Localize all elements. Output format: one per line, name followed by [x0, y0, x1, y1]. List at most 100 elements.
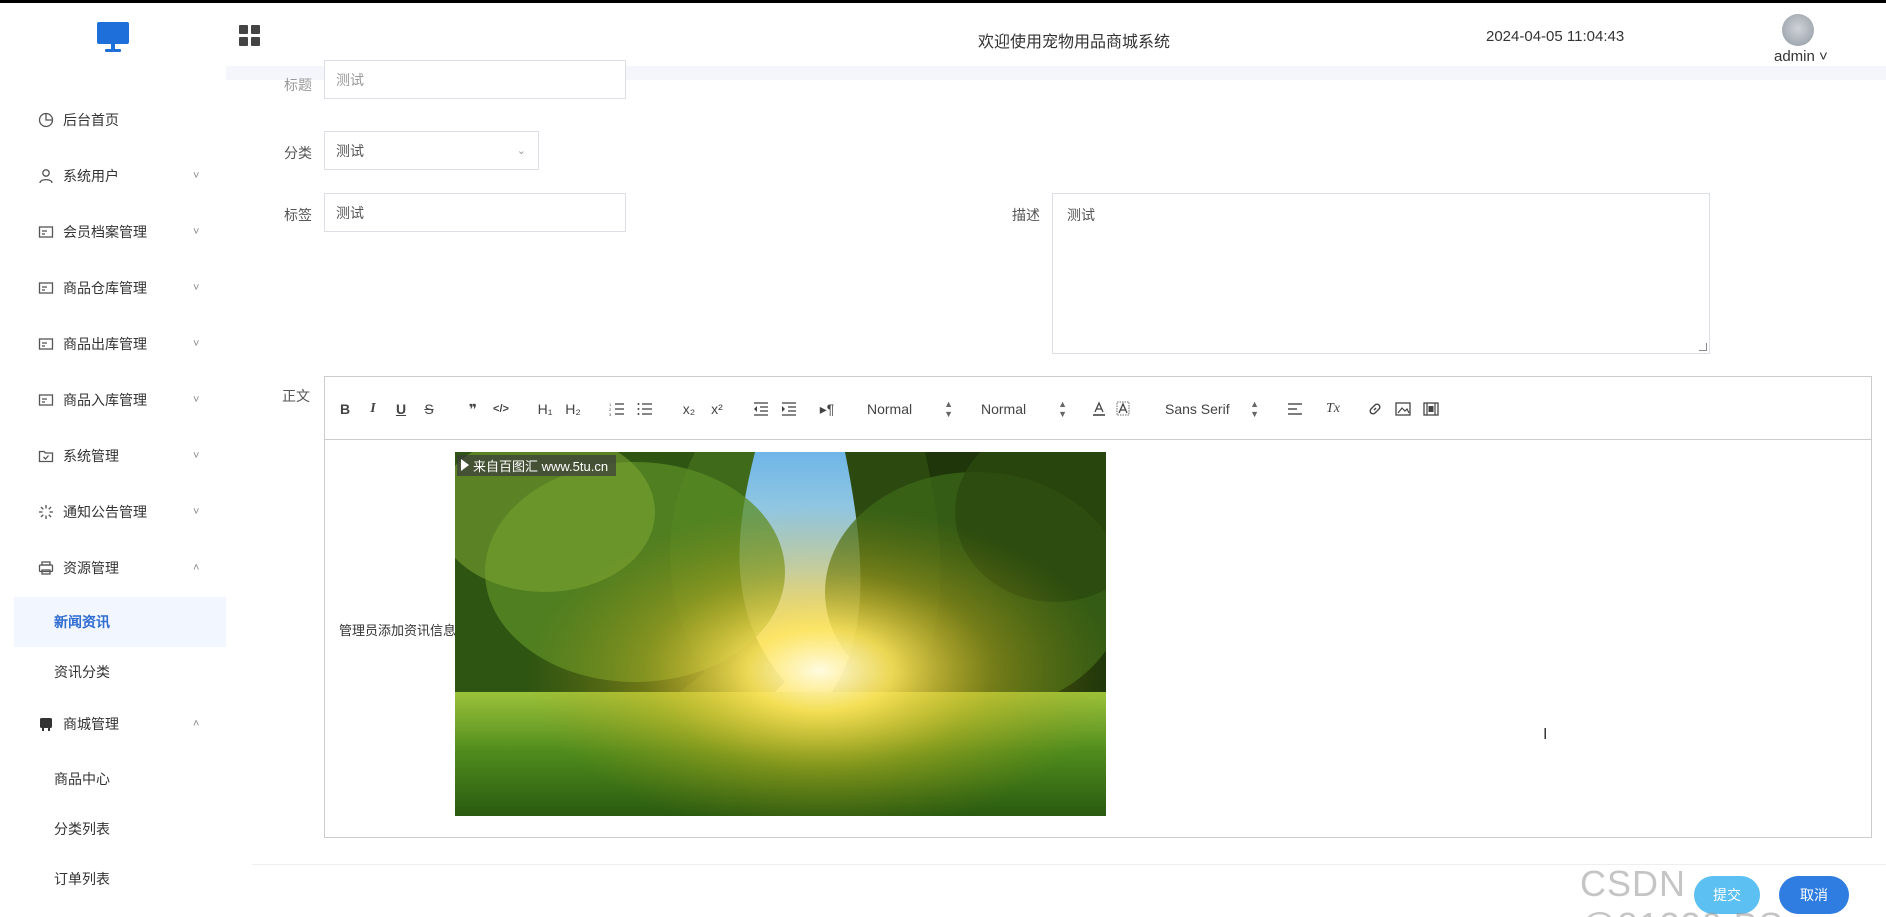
store-icon	[37, 715, 55, 733]
underline-button[interactable]: U	[391, 399, 411, 419]
italic-button[interactable]: I	[363, 399, 383, 419]
title-label: 标题	[284, 77, 312, 93]
user-icon	[37, 167, 55, 185]
editor-toolbar: B I U S ❞ </> H₁ H₂ 123 x₂ x² ▸¶ Normal ▲…	[325, 377, 1871, 440]
bullet-list-icon[interactable]	[635, 399, 655, 419]
tags-input[interactable]: 测试	[324, 193, 626, 232]
chevron-down-icon: ˅	[193, 338, 200, 350]
resize-handle-icon[interactable]	[1699, 343, 1707, 351]
sidebar-subitem-news[interactable]: 新闻资讯	[14, 597, 226, 647]
clean-format-button[interactable]: Tx	[1323, 399, 1343, 419]
video-icon[interactable]	[1421, 399, 1441, 419]
category-select-value: 测试	[336, 142, 364, 159]
background-color-icon[interactable]	[1113, 399, 1133, 419]
svg-text:3: 3	[609, 412, 612, 416]
font-picker-value: Sans Serif	[1165, 401, 1230, 417]
text-color-icon[interactable]	[1089, 399, 1109, 419]
sidebar-subitem-label: 订单列表	[54, 871, 110, 887]
id-card-icon	[37, 391, 55, 409]
chevron-down-icon: ˅	[193, 450, 200, 462]
chevron-up-icon: ˄	[193, 562, 200, 574]
heading1-button[interactable]: H₁	[535, 399, 555, 419]
up-down-arrow-icon: ▲ ▼	[944, 399, 953, 419]
sidebar-item-shop[interactable]: 商城管理 ˄	[0, 704, 226, 744]
sidebar-item-label: 资源管理	[63, 560, 119, 576]
heading2-button[interactable]: H₂	[563, 399, 583, 419]
blockquote-button[interactable]: ❞	[463, 399, 483, 419]
sidebar-item-label: 会员档案管理	[63, 224, 147, 240]
printer-icon	[37, 559, 55, 577]
size-picker[interactable]: Normal ▲ ▼	[867, 399, 953, 419]
code-block-button[interactable]: </>	[491, 399, 511, 419]
superscript-button[interactable]: x²	[707, 399, 727, 419]
description-label: 描述	[1012, 207, 1040, 223]
header-picker-value: Normal	[981, 401, 1027, 417]
image-icon[interactable]	[1393, 399, 1413, 419]
sidebar-item-label: 后台首页	[63, 112, 119, 128]
editor-content[interactable]: 管理员添加资讯信息 来自百图汇 www.5tu.cn I	[325, 440, 1871, 837]
sidebar-item-label: 系统用户	[63, 168, 119, 184]
sidebar-item-inbound[interactable]: 商品入库管理 ˅	[0, 380, 226, 420]
id-card-icon	[37, 279, 55, 297]
outdent-icon[interactable]	[751, 399, 771, 419]
loading-icon	[37, 503, 55, 521]
pie-chart-icon	[37, 111, 55, 129]
text-direction-icon[interactable]: ▸¶	[817, 399, 837, 419]
inserted-image[interactable]: 来自百图汇 www.5tu.cn	[455, 452, 1106, 816]
bold-button[interactable]: B	[335, 399, 355, 419]
image-source-tag: 来自百图汇 www.5tu.cn	[457, 455, 617, 476]
sidebar-subitem-categories[interactable]: 分类列表	[14, 804, 226, 854]
datetime-display: 2024-04-05 11:04:43	[1486, 28, 1625, 45]
sidebar-subitem-label: 商品中心	[54, 771, 110, 787]
sidebar-subitem-products[interactable]: 商品中心	[14, 754, 226, 804]
sidebar-item-resources[interactable]: 资源管理 ˄	[0, 548, 226, 588]
sidebar-item-label: 通知公告管理	[63, 504, 147, 520]
align-left-icon[interactable]	[1285, 399, 1305, 419]
category-select[interactable]: 测试 ⌄	[324, 131, 539, 170]
sidebar-item-warehouse[interactable]: 商品仓库管理 ˅	[0, 268, 226, 308]
editor-content-text: 管理员添加资讯信息	[339, 623, 457, 638]
sidebar: 后台首页 系统用户 ˅ 会员档案管理 ˅ 商品仓库管理 ˅ 商品出库管理 ˅ 商…	[0, 66, 226, 917]
forest-sunlight-image	[455, 452, 1106, 816]
chevron-down-icon: ˅	[193, 394, 200, 406]
news-form: 标题 测试 分类 测试 ⌄ 标签 测试 描述 测试 正文 B I U S ❞ <…	[226, 60, 1886, 917]
font-picker[interactable]: Sans Serif ▲ ▼	[1165, 399, 1259, 419]
sidebar-item-member-archive[interactable]: 会员档案管理 ˅	[0, 212, 226, 252]
indent-icon[interactable]	[779, 399, 799, 419]
size-picker-value: Normal	[867, 401, 913, 417]
sidebar-item-label: 系统管理	[63, 448, 119, 464]
up-down-arrow-icon: ▲ ▼	[1058, 399, 1067, 419]
avatar[interactable]	[1782, 14, 1814, 46]
text-cursor-icon: I	[1543, 726, 1548, 743]
sidebar-item-outbound[interactable]: 商品出库管理 ˅	[0, 324, 226, 364]
tags-label: 标签	[284, 207, 312, 223]
up-down-arrow-icon: ▲ ▼	[1250, 399, 1259, 419]
sidebar-subitem-orders[interactable]: 订单列表	[14, 854, 226, 904]
description-textarea[interactable]: 测试	[1052, 193, 1710, 354]
header-picker[interactable]: Normal ▲ ▼	[981, 399, 1067, 419]
user-dropdown[interactable]: admin ˅	[1774, 48, 1828, 65]
sidebar-item-notices[interactable]: 通知公告管理 ˅	[0, 492, 226, 532]
sidebar-subitem-label: 分类列表	[54, 821, 110, 837]
description-value: 测试	[1067, 207, 1095, 223]
chevron-down-icon: ˅	[193, 226, 200, 238]
sidebar-item-label: 商品入库管理	[63, 392, 147, 408]
main-content: 标题 测试 分类 测试 ⌄ 标签 测试 描述 测试 正文 B I U S ❞ <…	[226, 60, 1886, 917]
sidebar-subitem-news-category[interactable]: 资讯分类	[14, 647, 226, 697]
subscript-button[interactable]: x₂	[679, 399, 699, 419]
sidebar-item-system[interactable]: 系统管理 ˅	[0, 436, 226, 476]
chevron-up-icon: ˄	[193, 718, 200, 730]
csdn-watermark: CSDN @81330.BS	[1580, 863, 1783, 917]
link-icon[interactable]	[1365, 399, 1385, 419]
sidebar-item-label: 商品出库管理	[63, 336, 147, 352]
play-triangle-icon	[461, 459, 469, 471]
title-input[interactable]: 测试	[324, 60, 626, 99]
id-card-icon	[37, 335, 55, 353]
strike-button[interactable]: S	[419, 399, 439, 419]
ordered-list-icon[interactable]: 123	[607, 399, 627, 419]
sidebar-item-dashboard[interactable]: 后台首页	[0, 100, 226, 140]
chevron-down-icon: ⌄	[516, 145, 526, 157]
body-label: 正文	[282, 388, 310, 404]
sidebar-item-system-users[interactable]: 系统用户 ˅	[0, 156, 226, 196]
image-source-text: 来自百图汇 www.5tu.cn	[473, 459, 609, 474]
